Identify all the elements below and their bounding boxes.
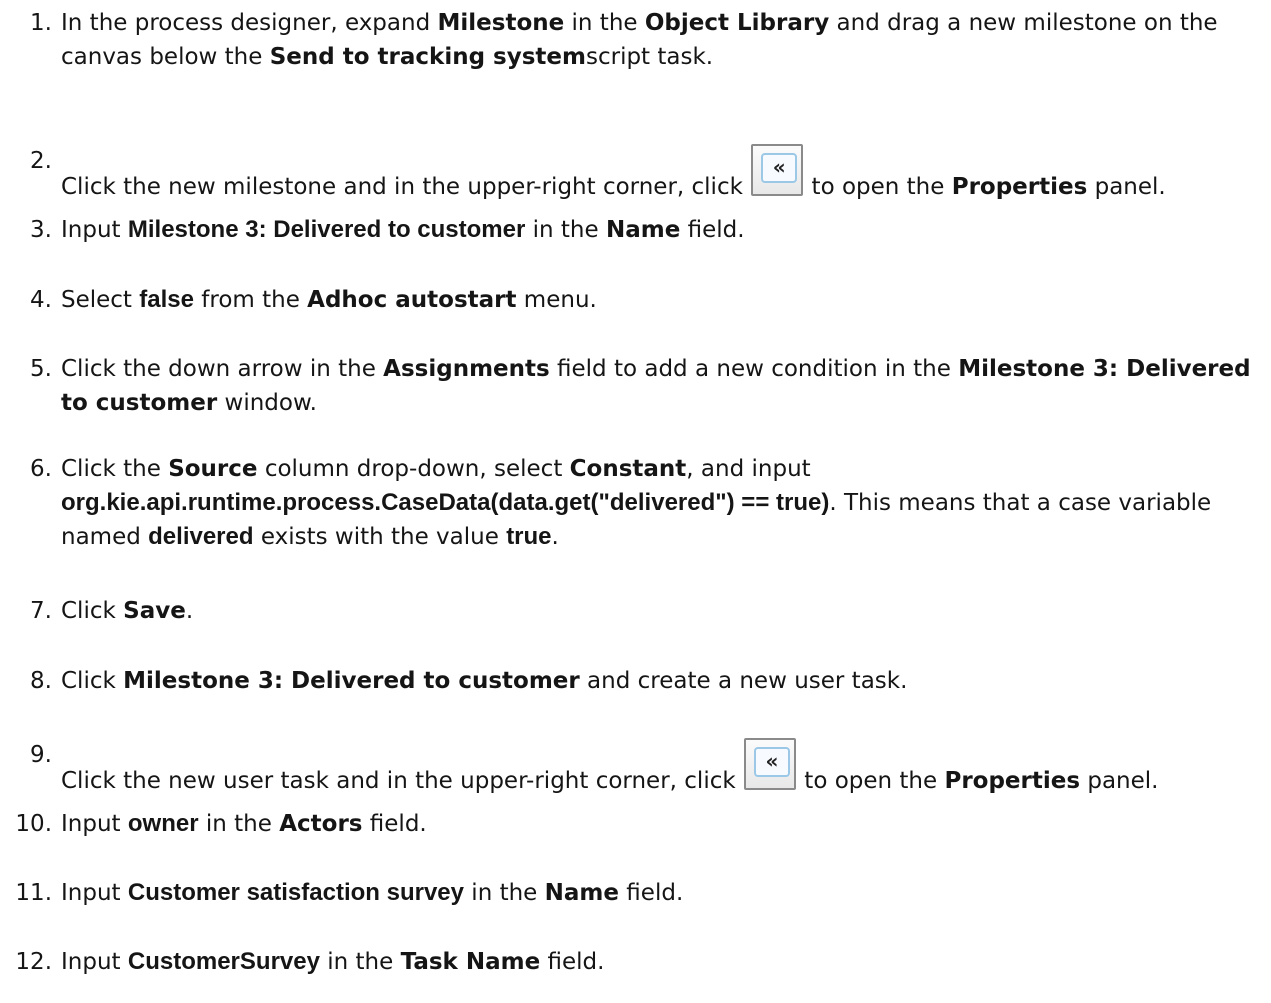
ui-term: Properties [951,174,1088,200]
instruction-text: in the [198,811,280,837]
step-number: 8. [30,668,52,694]
ui-term: Save [123,598,186,624]
instruction-text: Input [61,217,128,243]
collapse-panel-icon: « [743,738,796,790]
instruction-text: window. [217,390,317,416]
ui-term: Assignments [383,356,550,382]
ui-term: Name [544,880,619,906]
instruction-text: field. [619,880,684,906]
instruction-text: . [551,524,559,550]
instruction-text: menu. [516,287,597,313]
instruction-text: in the [319,949,401,975]
step-text: Select false from the Adhoc autostart me… [61,283,1257,317]
user-input-text: Customer satisfaction survey [127,879,464,906]
ui-term: Actors [279,811,363,837]
instruction-text: panel. [1087,174,1166,200]
instruction-text: field. [362,811,427,837]
user-input-text: org.kie.api.runtime.process.CaseData(dat… [61,489,830,516]
instruction-text: to open the [796,768,945,794]
step-number: 9. [30,742,52,768]
user-input-text: true [506,523,552,550]
instruction-text: field. [680,217,745,243]
instruction-text: field. [540,949,605,975]
step-number: 2. [30,148,52,174]
instruction-text: Click the [61,456,169,482]
ui-term: Object Library [644,10,830,36]
user-input-text: false [139,286,194,313]
ui-term: Adhoc autostart [307,287,517,313]
ui-term: Properties [944,768,1081,794]
ui-term: Send to tracking system [269,44,586,70]
instruction-text: Click the new milestone and in the upper… [61,174,751,200]
step-text: Click the new milestone and in the upper… [61,144,1257,204]
step-text: Input CustomerSurvey in the Task Name fi… [61,945,1257,979]
instruction-text: in the [525,217,606,243]
step-text: Click the Source column drop-down, selec… [61,452,1257,554]
collapse-panel-icon: « [751,144,804,196]
step-number: 10. [15,811,52,837]
instruction-text: panel. [1080,768,1159,794]
instruction-text: field to add a new condition in the [549,356,959,382]
instruction-text: column drop-down, select [257,456,570,482]
user-input-text: Milestone 3: Delivered to customer [127,216,526,243]
double-chevron-left-icon: « [753,747,790,777]
instruction-text: Select [61,287,140,313]
user-input-text: delivered [148,523,254,550]
step-number: 6. [30,456,52,482]
instruction-text: in the [564,10,645,36]
step-number: 12. [15,949,52,975]
ui-term: Name [605,217,681,243]
step-number: 3. [30,217,52,243]
instruction-text: Input [61,949,128,975]
step-text: Input Milestone 3: Delivered to customer… [61,213,1257,247]
instruction-text: and create a new user task. [579,668,908,694]
step-text: Input Customer satisfaction survey in th… [61,876,1257,910]
instruction-text: . [185,598,194,624]
ui-term: Source [168,456,258,482]
instruction-text: Click the new user task and in the upper… [61,768,743,794]
instruction-text: Click [61,598,124,624]
instruction-text: to open the [804,174,952,200]
double-chevron-left-icon: « [761,153,798,183]
step-text: Click the new user task and in the upper… [61,738,1257,798]
user-input-text: owner [127,810,199,837]
step-number: 5. [30,356,52,382]
instruction-text: In the process designer, expand [61,10,438,36]
step-text: Click the down arrow in the Assignments … [61,352,1257,420]
ui-term: Task Name [400,949,541,975]
instruction-text: , and input [686,456,811,482]
user-input-text: CustomerSurvey [127,948,320,975]
instruction-text: Click [61,668,124,694]
instruction-text: in the [464,880,545,906]
instruction-text: Click the down arrow in the [61,356,384,382]
instruction-text: script task. [585,44,714,70]
ui-term: Milestone [437,10,565,36]
ui-term: Milestone 3: Delivered to customer [123,668,580,694]
ui-term: Constant [569,456,687,482]
step-text: In the process designer, expand Mileston… [61,6,1257,74]
step-number: 1. [30,10,52,36]
instruction-text: Input [61,880,128,906]
step-text: Input owner in the Actors field. [61,807,1257,841]
step-number: 11. [15,880,52,906]
step-text: Click Save. [61,594,1257,628]
step-text: Click Milestone 3: Delivered to customer… [61,664,1257,698]
step-number: 4. [30,287,52,313]
instruction-text: exists with the value [253,524,507,550]
step-number: 7. [30,598,52,624]
instruction-text: from the [193,287,308,313]
instruction-text: Input [61,811,128,837]
